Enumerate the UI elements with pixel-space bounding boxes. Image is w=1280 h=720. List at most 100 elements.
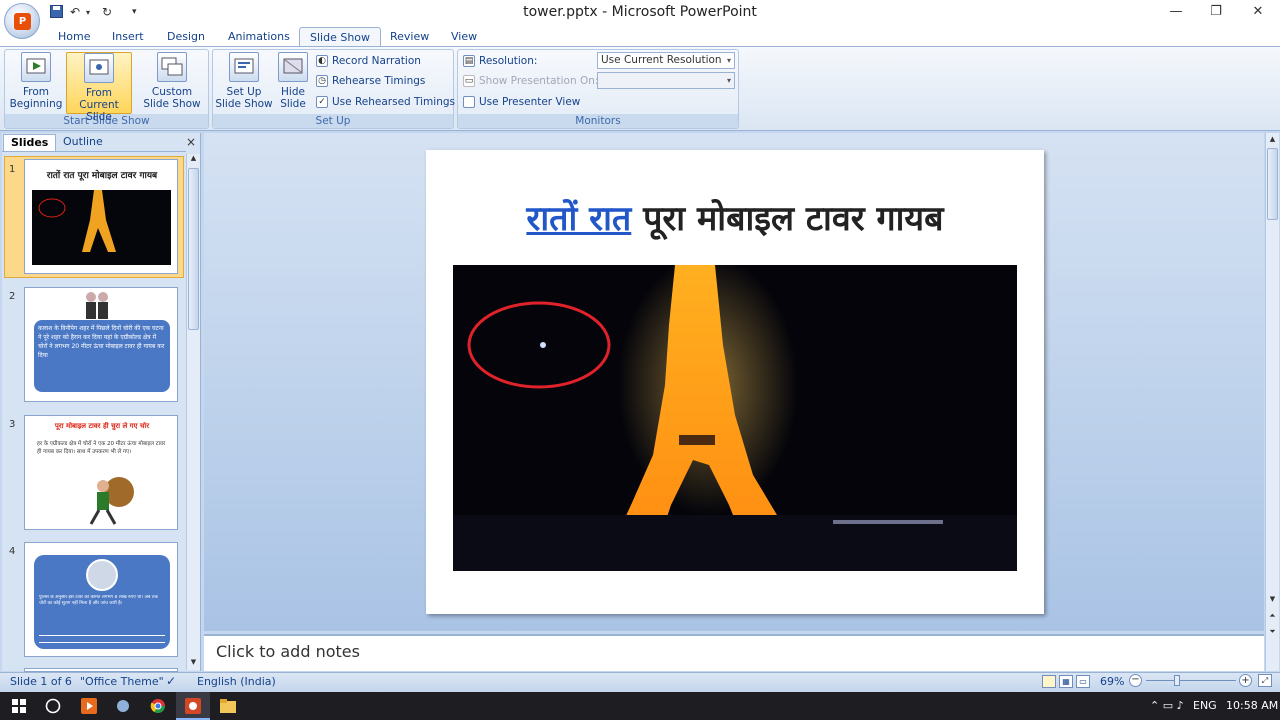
slide-title[interactable]: रातों रात पूरा मोबाइल टावर गायब (426, 194, 1044, 240)
slide-scrollbar[interactable]: ▲ ▼ ⏶ ⏷ (1265, 133, 1279, 671)
scroll-thumb[interactable] (1267, 148, 1278, 220)
input-language[interactable]: ENG (1193, 692, 1217, 720)
zoom-out-icon[interactable]: − (1129, 674, 1142, 687)
play-from-current-icon (84, 53, 114, 83)
resolution-icon: ▤ (463, 55, 475, 67)
set-up-slide-show-button[interactable]: Set Up Slide Show (215, 52, 273, 112)
show-presentation-on-text: Show Presentation On: (479, 75, 599, 87)
language-indicator[interactable]: English (India) (197, 675, 276, 688)
scroll-down-icon[interactable]: ▼ (188, 658, 199, 670)
slide-number: 3 (9, 419, 16, 430)
use-presenter-view-checkbox[interactable]: Use Presenter View (463, 93, 580, 111)
media-player-icon[interactable] (72, 692, 106, 720)
slide-number: 1 (9, 164, 16, 175)
record-narration-button[interactable]: ◐ Record Narration (316, 52, 421, 70)
clock-icon: ◷ (316, 75, 328, 87)
spell-check-icon[interactable]: ✓ (166, 674, 176, 688)
use-rehearsed-timings-checkbox[interactable]: ✓ Use Rehearsed Timings (316, 93, 455, 111)
zoom-slider-thumb[interactable] (1174, 675, 1180, 686)
search-circle-icon[interactable] (36, 692, 70, 720)
next-slide-icon[interactable]: ⏷ (1267, 627, 1278, 639)
slide-thumbnail-1[interactable]: रातों रात पूरा मोबाइल टावर गायब (24, 159, 178, 274)
show-presentation-on-dropdown[interactable]: ▾ (597, 72, 735, 89)
checkbox-checked-icon: ✓ (316, 96, 328, 108)
use-presenter-view-label: Use Presenter View (479, 96, 581, 108)
office-logo-icon: P (14, 13, 31, 30)
clock[interactable]: 10:58 AM (1226, 692, 1278, 720)
chevron-down-icon: ▾ (726, 56, 731, 65)
checkbox-unchecked-icon (463, 96, 475, 108)
from-current-slide-label: From Current Slide (79, 87, 119, 123)
window-title: tower.pptx - Microsoft PowerPoint (523, 4, 757, 20)
slides-pane-scrollbar[interactable]: ▲ ▼ (186, 154, 200, 670)
group-label: Set Up (213, 114, 453, 128)
close-pane-icon[interactable]: × (186, 135, 196, 149)
fit-to-window-icon[interactable]: ⤢ (1258, 674, 1272, 687)
tab-insert[interactable]: Insert (102, 27, 154, 47)
current-slide[interactable]: रातों रात पूरा मोबाइल टावर गायब (426, 150, 1044, 614)
custom-show-icon (157, 52, 187, 82)
pane-divider (2, 151, 186, 152)
tab-slide-show[interactable]: Slide Show (299, 27, 382, 47)
from-beginning-button[interactable]: From Beginning (8, 52, 64, 112)
office-button[interactable]: P (4, 3, 40, 39)
slide-title-rest: पूरा मोबाइल टावर गायब (631, 199, 944, 239)
previous-slide-icon[interactable]: ⏶ (1267, 611, 1278, 623)
scroll-up-icon[interactable]: ▲ (1267, 135, 1278, 147)
scroll-thumb[interactable] (188, 168, 199, 330)
thief-with-bag-icon (89, 477, 134, 525)
chrome-icon[interactable] (141, 692, 175, 720)
thumb-text: हर के एग्रीकल्ड क्षेत्र में चोरों ने एक … (37, 441, 166, 455)
notes-pane[interactable]: Click to add notes (204, 634, 1264, 671)
zoom-in-icon[interactable]: + (1239, 674, 1252, 687)
thieves-illustration-icon (86, 292, 108, 319)
notes-placeholder: Click to add notes (216, 642, 360, 661)
close-button[interactable]: ✕ (1238, 0, 1278, 24)
zoom-level[interactable]: 69% (1100, 675, 1124, 688)
resolution-label: ▤ Resolution: (463, 52, 537, 70)
slide-title-underlined: रातों रात (526, 199, 632, 239)
minimize-button[interactable]: — (1156, 0, 1196, 24)
slide-sorter-icon[interactable]: ▦ (1059, 675, 1073, 688)
custom-slide-show-button[interactable]: Custom Slide Show (138, 52, 206, 112)
thumb-arrow-shape (39, 635, 165, 643)
tab-design[interactable]: Design (157, 27, 215, 47)
scroll-down-icon[interactable]: ▼ (1267, 595, 1278, 607)
tower-photo[interactable] (453, 265, 1017, 571)
tab-home[interactable]: Home (48, 27, 100, 47)
windows-start-icon[interactable] (2, 692, 36, 720)
tab-outline[interactable]: Outline (56, 134, 110, 151)
thumb-title: रातों रात पूरा मोबाइल टावर गायब (46, 171, 158, 181)
app-icon[interactable] (106, 692, 140, 720)
show-presentation-on-label: ▭ Show Presentation On: (463, 72, 598, 90)
microphone-icon: ◐ (316, 55, 328, 67)
slide-thumbnail-3[interactable]: पूरा मोबाइल टावर ही चुरा ले गए चोर हर के… (24, 415, 178, 530)
chevron-down-icon: ▾ (726, 76, 731, 85)
set-up-slide-show-label: Set Up Slide Show (215, 86, 273, 110)
resolution-dropdown[interactable]: Use Current Resolution ▾ (597, 52, 735, 69)
rehearse-timings-label: Rehearse Timings (332, 75, 426, 87)
hide-slide-label: Hide Slide (280, 86, 306, 110)
slide-thumbnail-2[interactable]: कलाश के विनीपेग शहर में पिछले दिनों चोरी… (24, 287, 178, 402)
tab-animations[interactable]: Animations (218, 27, 300, 47)
record-narration-label: Record Narration (332, 55, 421, 67)
system-tray-icons[interactable]: ⌃ ▭ ♪ (1150, 692, 1184, 720)
tab-slides[interactable]: Slides (3, 134, 57, 151)
powerpoint-taskbar-icon[interactable] (176, 692, 210, 720)
file-explorer-icon[interactable] (211, 692, 245, 720)
thumb-title: पूरा मोबाइल टावर ही चुरा ले गए चोर (54, 422, 150, 430)
rehearse-timings-button[interactable]: ◷ Rehearse Timings (316, 72, 425, 90)
monitor-icon: ▭ (463, 75, 475, 87)
scroll-up-icon[interactable]: ▲ (188, 154, 199, 166)
tab-view[interactable]: View (441, 27, 487, 47)
zoom-slider-track[interactable] (1146, 680, 1236, 681)
hide-slide-button[interactable]: Hide Slide (276, 52, 310, 112)
slide-show-view-icon[interactable]: ▭ (1076, 675, 1090, 688)
from-current-slide-button[interactable]: From Current Slide (66, 52, 132, 123)
tab-review[interactable]: Review (380, 27, 439, 47)
setup-show-icon (229, 52, 259, 82)
restore-button[interactable]: ❐ (1196, 0, 1236, 24)
slide-thumbnail-4[interactable]: पुलिस के अनुसार इस टावर की कीमत लगभग 8 ल… (24, 542, 178, 657)
normal-view-icon[interactable] (1042, 675, 1056, 688)
resolution-value: Use Current Resolution (601, 54, 722, 66)
